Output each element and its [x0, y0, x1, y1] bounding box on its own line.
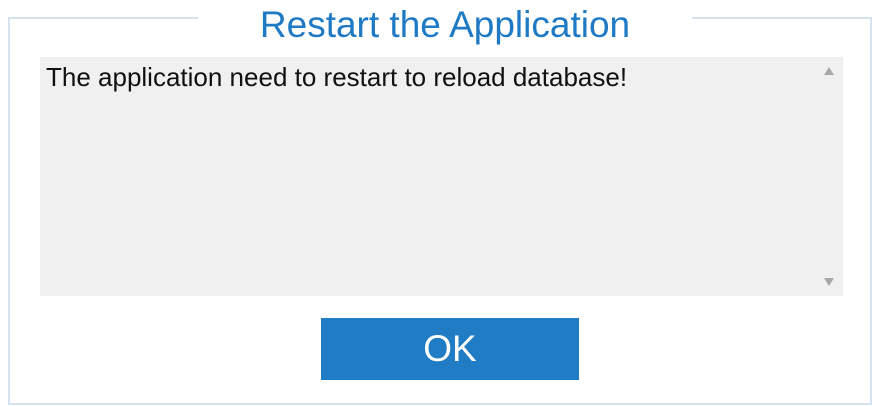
groupbox-border-top-left	[8, 17, 198, 19]
scroll-up-arrow-icon[interactable]	[824, 67, 834, 75]
ok-button[interactable]: OK	[321, 318, 579, 380]
groupbox-border-left	[8, 18, 10, 404]
groupbox-border-bottom	[8, 403, 872, 405]
vertical-scrollbar[interactable]	[817, 57, 843, 296]
groupbox-border-right	[870, 18, 872, 404]
message-textbox[interactable]: The application need to restart to reloa…	[40, 57, 843, 296]
groupbox-border-top-right	[692, 17, 872, 19]
message-text: The application need to restart to reloa…	[46, 62, 628, 92]
scroll-down-arrow-icon[interactable]	[824, 278, 834, 286]
restart-dialog: Restart the Application The application …	[0, 0, 873, 406]
dialog-title: Restart the Application	[259, 4, 631, 45]
